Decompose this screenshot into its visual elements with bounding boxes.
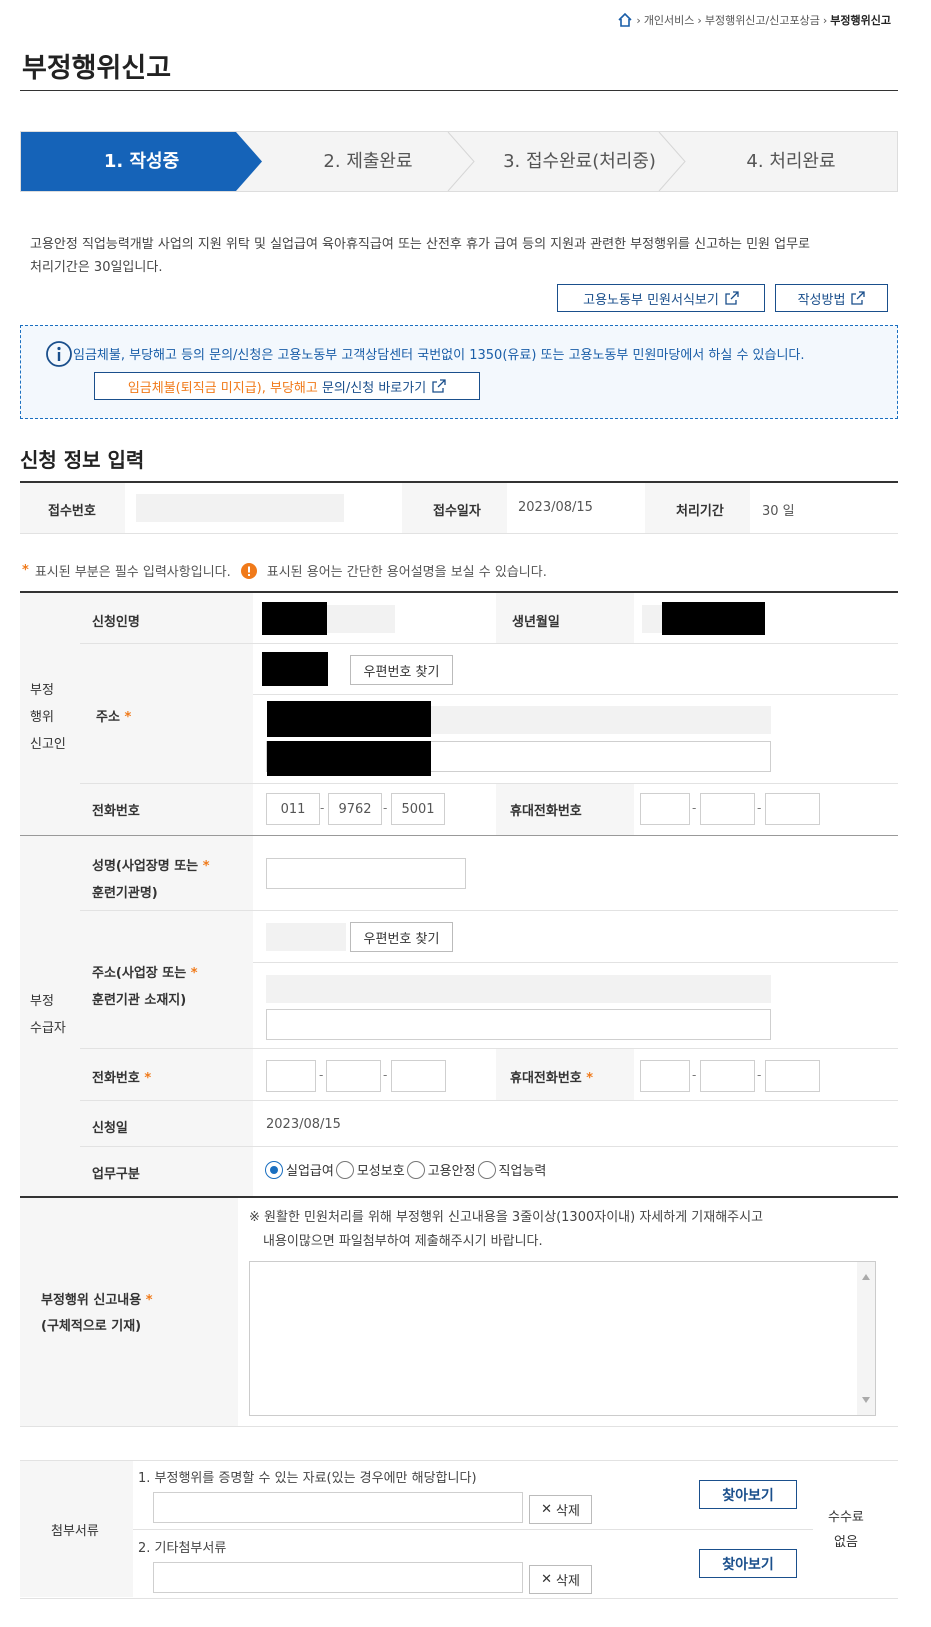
recipient-mobile-label: 휴대전화번호 * (510, 1071, 594, 1086)
recipient-mobile-part3-input[interactable] (765, 1060, 820, 1092)
external-link-icon (432, 379, 446, 393)
content-label: 부정행위 신고내용 * (구체적으로 기재) (41, 1293, 153, 1334)
request-date-value: 2023/08/15 (266, 1117, 341, 1132)
attach-item2-label: 2. 기타첨부서류 (138, 1541, 227, 1556)
mobile-label: 휴대전화번호 (510, 804, 582, 819)
radio-employment-stability[interactable] (406, 1160, 425, 1179)
legend: * 표시된 부분은 필수 입력사항입니다. 표시된 용어는 간단한 용어설명을 … (22, 562, 547, 580)
work-type-label: 업무구분 (92, 1167, 140, 1182)
breadcrumb-current: 부정행위신고 (830, 14, 891, 27)
term-info-icon (240, 562, 257, 579)
breadcrumb-item[interactable]: 개인서비스 (644, 12, 695, 28)
birth-label: 생년월일 (512, 615, 560, 630)
attach2-file-input[interactable] (153, 1562, 523, 1593)
address-label: 주소 * (96, 710, 132, 725)
forms-button[interactable]: 고용노동부 민원서식보기 (557, 284, 765, 312)
home-icon[interactable] (617, 12, 633, 28)
recipient-address1-field (266, 975, 771, 1003)
required-star-icon: * (145, 1293, 153, 1308)
recipient-phone-part2-input[interactable] (326, 1060, 381, 1092)
required-star-icon: * (124, 710, 132, 725)
scroll-down-icon[interactable] (862, 1397, 870, 1403)
scroll-up-icon[interactable] (862, 1274, 870, 1280)
applicant-name-label: 신청인명 (92, 615, 140, 630)
reporter-group-label: 부정 행위 신고인 (30, 683, 66, 752)
howto-button[interactable]: 작성방법 (775, 284, 888, 312)
external-link-icon (725, 291, 739, 305)
mobile-part1-input[interactable] (640, 793, 690, 825)
mobile-part3-input[interactable] (765, 793, 820, 825)
recipient-name-input[interactable] (266, 858, 466, 889)
address1-redacted (267, 701, 431, 737)
attach-item1-label: 1. 부정행위를 증명할 수 있는 자료(있는 경우에만 해당합니다) (138, 1471, 477, 1486)
attach1-browse-button[interactable]: 찾아보기 (699, 1480, 797, 1509)
external-link-icon (851, 291, 866, 305)
fee-text: 수수료 없음 (828, 1510, 864, 1550)
progress-steps: 1. 작성중 2. 제출완료 3. 접수완료(처리중) 4. 처리완료 (20, 131, 898, 192)
recipient-zipcode-search-button[interactable]: 우편번호 찾기 (350, 922, 453, 952)
recipient-group-label: 부정 수급자 (30, 994, 66, 1036)
section-title: 신청 정보 입력 (20, 448, 145, 472)
address2-redacted (267, 741, 431, 776)
content-textarea[interactable] (249, 1261, 876, 1416)
radio-vocational[interactable] (477, 1160, 496, 1179)
recipient-phone-part1-input[interactable] (266, 1060, 316, 1092)
required-star-icon: * (22, 563, 29, 578)
recipient-phone-label: 전화번호 * (92, 1071, 152, 1086)
breadcrumb-item[interactable]: 부정행위신고/신고포상금 (705, 12, 820, 28)
period-value: 30 일 (762, 504, 795, 519)
info-icon (46, 341, 72, 367)
attach1-delete-button[interactable]: ✕ 삭제 (529, 1495, 592, 1524)
birth-redacted (662, 602, 765, 635)
attach2-browse-button[interactable]: 찾아보기 (699, 1549, 797, 1578)
required-star-icon: * (190, 966, 198, 981)
content-hint: ※ 원활한 민원처리를 위해 부정행위 신고내용을 3줄이상(1300자이내) … (249, 1210, 764, 1249)
breadcrumb: › 개인서비스 › 부정행위신고/신고포상금 › 부정행위신고 (617, 12, 891, 28)
zipcode-redacted (262, 652, 328, 686)
request-date-label: 신청일 (92, 1121, 128, 1136)
mobile-part2-input[interactable] (700, 793, 755, 825)
radio-maternity[interactable] (335, 1160, 354, 1179)
recipient-phone-part3-input[interactable] (391, 1060, 446, 1092)
textarea-scrollbar[interactable] (857, 1262, 875, 1415)
recipient-address-detail-input[interactable] (266, 1009, 771, 1040)
recipient-zipcode-field (266, 923, 346, 951)
receipt-no-label: 접수번호 (48, 504, 96, 519)
zipcode-search-button[interactable]: 우편번호 찾기 (350, 655, 453, 685)
attach2-delete-button[interactable]: ✕ 삭제 (529, 1565, 592, 1594)
step-writing: 1. 작성중 (103, 151, 180, 172)
receipt-date-value: 2023/08/15 (518, 500, 593, 515)
notice-text: 임금체불, 부당해고 등의 문의/신청은 고용노동부 고객상담센터 국번없이 1… (73, 348, 805, 363)
receipt-no-value (136, 494, 344, 522)
phone-part1-input[interactable]: 011 (266, 793, 320, 825)
receipt-date-label: 접수일자 (433, 504, 481, 519)
step-received: 3. 접수완료(처리중) (503, 151, 656, 172)
step-completed: 4. 처리완료 (746, 151, 836, 172)
period-label: 처리기간 (676, 504, 724, 519)
work-type-radio-group: 실업급여 모성보호 고용안정 직업능력 (265, 1160, 548, 1179)
phone-part2-input[interactable]: 9762 (328, 793, 382, 825)
recipient-name-label: 성명(사업장명 또는 * 훈련기관명) (92, 859, 210, 901)
radio-unemployment[interactable] (265, 1160, 283, 1179)
page-title: 부정행위신고 (22, 53, 172, 84)
recipient-mobile-part2-input[interactable] (700, 1060, 755, 1092)
intro-text: 고용안정 직업능력개발 사업의 지원 위탁 및 실업급여 육아휴직급여 또는 산… (30, 237, 811, 275)
wage-dismissal-link-button[interactable]: 임금체불(퇴직금 미지급), 부당해고 문의/신청 바로가기 (94, 372, 480, 400)
phone-part3-input[interactable]: 5001 (391, 793, 445, 825)
divider (20, 90, 898, 91)
recipient-mobile-part1-input[interactable] (640, 1060, 690, 1092)
attach1-file-input[interactable] (153, 1492, 523, 1523)
required-star-icon: * (144, 1071, 152, 1086)
attach-label: 첨부서류 (51, 1524, 99, 1539)
recipient-address-label: 주소(사업장 또는 * 훈련기관 소재지) (92, 966, 198, 1008)
required-star-icon: * (586, 1071, 594, 1086)
required-star-icon: * (202, 859, 210, 874)
phone-label: 전화번호 (92, 804, 140, 819)
applicant-name-redacted (262, 602, 327, 635)
step-submitted: 2. 제출완료 (323, 151, 413, 172)
